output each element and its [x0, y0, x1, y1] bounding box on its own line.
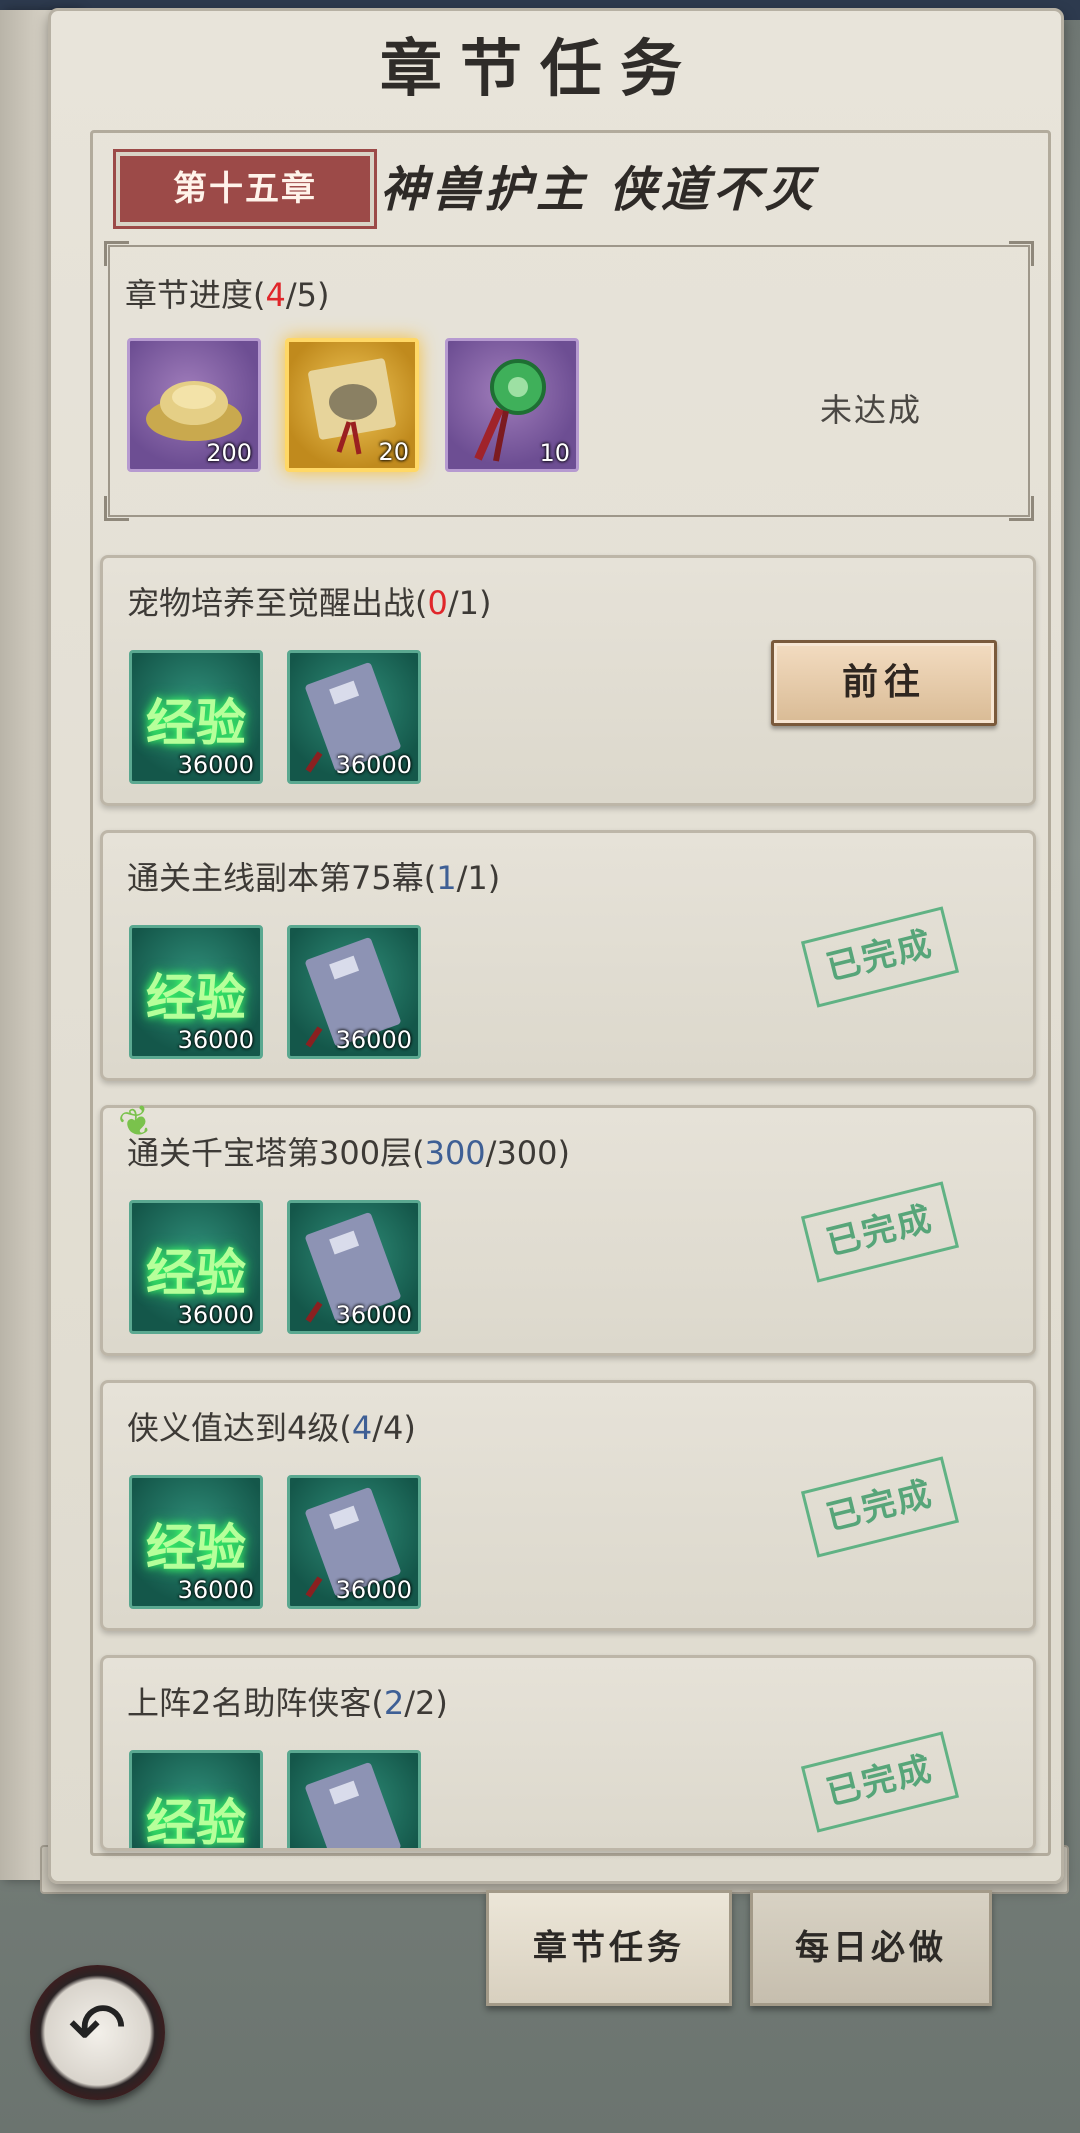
task-progress-total: /300)	[485, 1134, 570, 1172]
chapter-status: 未达成	[820, 391, 923, 429]
reward-item-scroll-pouch[interactable]: 20	[285, 338, 419, 472]
reward-qty: 36000	[177, 1026, 254, 1054]
frame-corner	[104, 496, 129, 521]
task-title-text: 通关千宝塔第300层(	[127, 1134, 425, 1172]
page-title: 章节任务	[379, 32, 700, 105]
experience-label: 经验	[146, 968, 246, 1027]
task-title-text: 上阵2名助阵侠客(	[127, 1684, 384, 1722]
reward-qty: 36000	[177, 1301, 254, 1329]
task-progress-done: 4	[351, 1409, 373, 1447]
reward-qty: 36000	[177, 1576, 254, 1604]
reward-item-book[interactable]: 36000	[287, 650, 421, 784]
reward-item-book[interactable]	[287, 1750, 421, 1848]
task-title: 侠义值达到4级(4/4)	[127, 1403, 416, 1449]
task-title: 上阵2名助阵侠客(2/2)	[127, 1678, 448, 1724]
task-progress-done: 2	[383, 1684, 405, 1722]
go-button[interactable]: 前往	[771, 640, 997, 726]
task-card: 上阵2名助阵侠客(2/2) 经验 已完成	[100, 1655, 1036, 1851]
book-icon	[305, 1762, 401, 1848]
task-title-text: 通关主线副本第75幕(	[127, 859, 437, 897]
chapter-name: 神兽护主 侠道不灭	[380, 162, 817, 218]
task-title: 宠物培养至觉醒出战(0/1)	[127, 578, 491, 624]
reward-qty: 200	[206, 439, 252, 467]
frame-corner	[104, 241, 129, 266]
experience-label: 经验	[146, 1793, 246, 1851]
task-card: 通关千宝塔第300层(300/300) 经验 36000 36000 已完成	[100, 1105, 1036, 1356]
completed-stamp: 已完成	[800, 1456, 960, 1558]
task-progress-total: /4)	[372, 1409, 416, 1447]
reward-item-silver-ingot[interactable]: 200	[127, 338, 261, 472]
reward-item-experience[interactable]: 经验 36000	[129, 925, 263, 1059]
back-arrow-icon: ↶	[68, 1987, 127, 2069]
reward-item-jade-pendant[interactable]: 10	[445, 338, 579, 472]
reward-qty: 36000	[335, 751, 412, 779]
completed-stamp: 已完成	[800, 1181, 960, 1283]
completed-stamp: 已完成	[800, 906, 960, 1008]
reward-item-experience[interactable]: 经验 36000	[129, 1475, 263, 1609]
chapter-progress-label: 章节进度(4/5)	[125, 270, 329, 316]
task-progress-done: 1	[436, 859, 457, 897]
task-progress-total: /1)	[456, 859, 501, 897]
reward-item-experience[interactable]: 经验 36000	[129, 1200, 263, 1334]
experience-label: 经验	[146, 1243, 246, 1302]
reward-item-book[interactable]: 36000	[287, 1200, 421, 1334]
completed-stamp: 已完成	[800, 1731, 960, 1833]
task-progress-total: /1)	[447, 584, 492, 622]
progress-label-text: 章节进度(	[125, 276, 266, 314]
reward-qty: 20	[378, 438, 409, 466]
frame-corner	[1009, 496, 1034, 521]
task-card: 侠义值达到4级(4/4) 经验 36000 36000 已完成	[100, 1380, 1036, 1631]
reward-item-book[interactable]: 36000	[287, 925, 421, 1059]
reward-item-book[interactable]: 36000	[287, 1475, 421, 1609]
reward-qty: 36000	[177, 751, 254, 779]
task-title: 通关千宝塔第300层(300/300)	[127, 1128, 570, 1174]
task-card: 宠物培养至觉醒出战(0/1) 经验 36000 36000 前往	[100, 555, 1036, 806]
progress-total: /5)	[285, 276, 330, 314]
reward-item-experience[interactable]: 经验	[129, 1750, 263, 1851]
task-progress-done: 0	[427, 584, 448, 622]
task-progress-done: 300	[424, 1134, 486, 1172]
task-title-text: 侠义值达到4级(	[127, 1409, 352, 1447]
task-title-text: 宠物培养至觉醒出战(	[127, 584, 428, 622]
reward-qty: 36000	[335, 1026, 412, 1054]
experience-label: 经验	[146, 1518, 246, 1577]
task-card: 通关主线副本第75幕(1/1) 经验 36000 36000 已完成	[100, 830, 1036, 1081]
reward-qty: 36000	[335, 1576, 412, 1604]
experience-label: 经验	[146, 693, 246, 752]
progress-current: 4	[265, 276, 286, 314]
task-progress-total: /2)	[404, 1684, 448, 1722]
reward-item-experience[interactable]: 经验 36000	[129, 650, 263, 784]
tab-chapter-tasks[interactable]: 章节任务	[486, 1890, 732, 2006]
reward-qty: 10	[539, 439, 570, 467]
back-button[interactable]: ↶	[30, 1965, 165, 2100]
chapter-number-tag: 第十五章	[113, 149, 377, 229]
task-title: 通关主线副本第75幕(1/1)	[127, 853, 500, 899]
tab-daily-tasks[interactable]: 每日必做	[750, 1890, 992, 2006]
frame-corner	[1009, 241, 1034, 266]
reward-qty: 36000	[335, 1301, 412, 1329]
